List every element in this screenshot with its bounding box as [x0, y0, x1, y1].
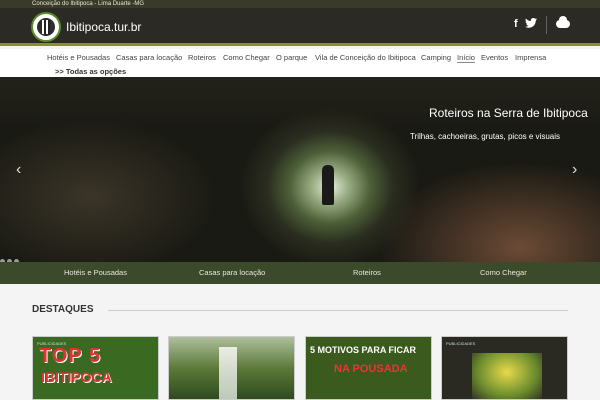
nav-all-options[interactable]: >> Todas as opções — [55, 67, 126, 76]
topbar-location: Conceição do Ibitipoca - Lima Duarte -MG — [32, 1, 145, 7]
hero-image — [0, 77, 600, 262]
highlight-card-waterfall[interactable] — [168, 336, 295, 400]
quick-link-roteiros[interactable]: Roteiros — [353, 268, 381, 277]
twitter-icon[interactable] — [525, 18, 537, 31]
card-title: 5 MOTIVOS PARA FICAR — [310, 345, 417, 355]
card-artwork — [472, 353, 542, 399]
nav-item-camping[interactable]: Camping — [421, 53, 451, 62]
hero-slider[interactable]: Roteiros na Serra de Ibitipoca Trilhas, … — [0, 77, 600, 262]
nav-item-hoteis[interactable]: Hotéis e Pousadas — [47, 53, 110, 62]
site-header: Ibitipoca.tur.br f — [0, 8, 600, 46]
quick-links-bar: Hotéis e Pousadas Casas para locação Rot… — [0, 262, 600, 284]
prev-arrow-icon[interactable]: ‹ — [16, 161, 21, 179]
card-tag: PUBLICIDADES — [446, 341, 476, 346]
cloud-icon[interactable] — [556, 16, 570, 28]
nav-item-o-parque[interactable]: O parque — [276, 53, 307, 62]
nav-item-imprensa[interactable]: Imprensa — [515, 53, 546, 62]
slider-dots — [0, 251, 21, 262]
nav-item-casas[interactable]: Casas para locação — [116, 53, 182, 62]
site-logo[interactable] — [31, 12, 61, 42]
hero-person — [322, 165, 334, 205]
highlight-card-top5[interactable]: PUBLICIDADES TOP 5 IBITIPOCA — [32, 336, 159, 400]
next-arrow-icon[interactable]: › — [572, 161, 577, 179]
zebra-icon — [42, 20, 50, 34]
card-subtitle: IBITIPOCA — [41, 369, 112, 385]
card-title: TOP 5 — [39, 345, 102, 367]
section-divider — [108, 310, 568, 311]
nav-item-eventos[interactable]: Eventos — [481, 53, 508, 62]
section-title: DESTAQUES — [32, 304, 94, 315]
hero-subtitle: Trilhas, cachoeiras, grutas, picos e vis… — [410, 132, 560, 141]
hero-title: Roteiros na Serra de Ibitipoca — [429, 106, 588, 120]
nav-item-vila[interactable]: Vila de Conceição do Ibitipoca — [315, 53, 416, 62]
main-nav: Hotéis e Pousadas Casas para locação Rot… — [0, 49, 600, 77]
nav-item-inicio[interactable]: Início — [457, 53, 475, 63]
quick-link-hoteis[interactable]: Hotéis e Pousadas — [64, 268, 127, 277]
facebook-icon[interactable]: f — [514, 18, 518, 30]
highlight-card-publicidade[interactable]: PUBLICIDADES — [441, 336, 568, 400]
header-divider — [546, 16, 547, 34]
waterfall-image — [219, 347, 237, 399]
quick-link-como-chegar[interactable]: Como Chegar — [480, 268, 527, 277]
nav-item-roteiros[interactable]: Roteiros — [188, 53, 216, 62]
topbar: Conceição do Ibitipoca - Lima Duarte -MG — [0, 0, 600, 8]
highlight-card-motivos[interactable]: 5 MOTIVOS PARA FICAR NA POUSADA — [305, 336, 432, 400]
quick-link-casas[interactable]: Casas para locação — [199, 268, 265, 277]
site-name[interactable]: Ibitipoca.tur.br — [66, 20, 141, 34]
card-subtitle: NA POUSADA — [334, 363, 408, 375]
nav-item-como-chegar[interactable]: Como Chegar — [223, 53, 270, 62]
